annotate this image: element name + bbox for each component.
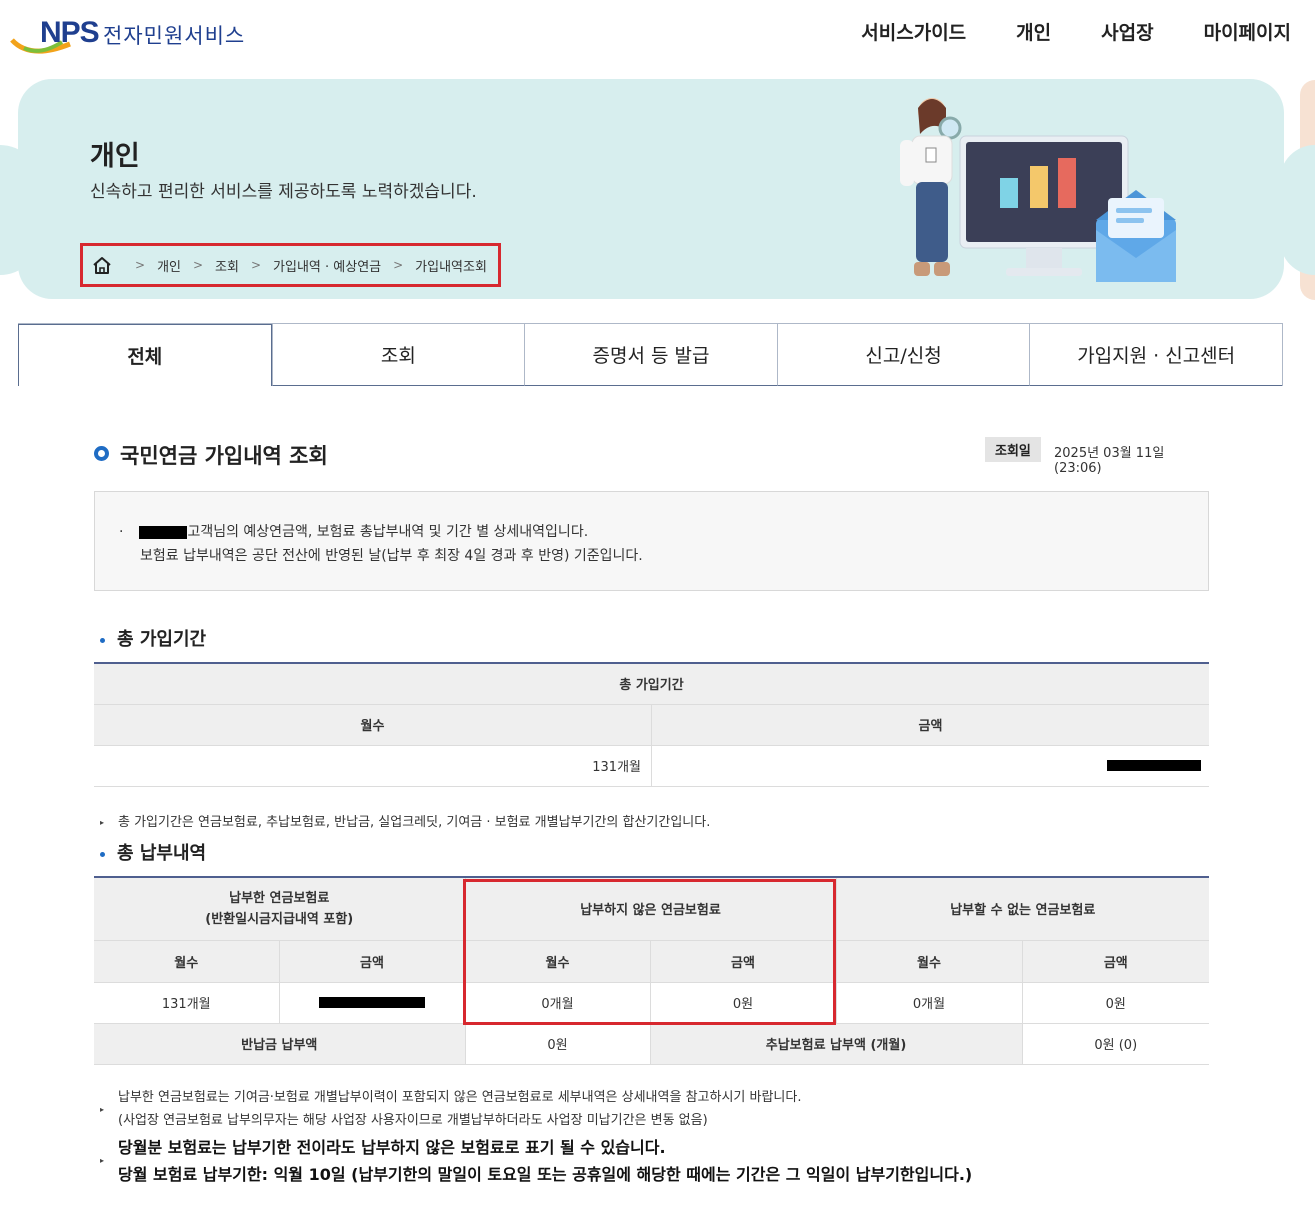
page-title: 국민연금 가입내역 조회 (120, 444, 328, 468)
category-tabs: 전체 조회 증명서 등 발급 신고/신청 가입지원 · 신고센터 (18, 323, 1283, 386)
caret-right-icon: ▸ (100, 818, 105, 827)
column-header-months: 월수 (94, 939, 280, 983)
site-header: NPS 전자민원서비스 서비스가이드 개인 사업장 마이페이지 (0, 0, 1315, 70)
info-line-2: 보험료 납부내역은 공단 전산에 반영된 날(납부 후 최장 4일 경과 후 반… (140, 548, 643, 564)
nav-business[interactable]: 사업장 (1101, 18, 1153, 45)
query-date: 2025년 03월 11일 (23:06) (1054, 446, 1165, 476)
group-header-paid-line2: (반환일시금지급내역 포함) (205, 911, 354, 927)
amount-value-redacted (651, 744, 1209, 787)
deferred-payment-label: 추납보험료 납부액 (개월) (650, 1022, 1023, 1065)
breadcrumb-item-current[interactable]: 가입내역조회 (415, 256, 487, 275)
group-header-paid: 납부한 연금보험료 (반환일시금지급내역 포함) (94, 876, 466, 941)
breadcrumb-item-inquiry[interactable]: 조회 (215, 256, 239, 275)
total-period-note-text: 총 가입기간은 연금보험료, 추납보험료, 반납금, 실업크레딧, 기여금 · … (118, 815, 711, 830)
note-due-date-line1: 당월분 보험료는 납부기한 전이라도 납부하지 않은 보험료로 표기 될 수 있… (118, 1138, 666, 1157)
chevron-right-icon: > (135, 258, 146, 272)
chevron-right-icon: > (393, 258, 404, 272)
breadcrumb-item-personal[interactable]: 개인 (157, 256, 181, 275)
total-period-table: 총 가입기간 월수 금액 131개월 (94, 662, 1209, 787)
breadcrumb: > 개인 > 조회 > 가입내역 · 예상연금 > 가입내역조회 (80, 243, 501, 287)
section-title-total-payment: 총 납부내역 (100, 839, 206, 865)
content-title-row: 국민연금 가입내역 조회 조회일 2025년 03월 11일 (23:06) (94, 437, 1209, 476)
caret-right-icon: ▸ (100, 1156, 105, 1165)
info-line-1: · 고객님의 예상연금액, 보험료 총납부내역 및 기간 별 상세내역입니다. (119, 520, 1208, 544)
table-header: 총 가입기간 (94, 662, 1209, 705)
nav-personal[interactable]: 개인 (1016, 18, 1051, 45)
caret-right-icon: ▸ (100, 1105, 105, 1114)
bottom-notes: ▸ 납부한 연금보험료는 기여금·보험료 개별납부이력이 포함되지 않은 연금보… (100, 1086, 1210, 1188)
logo-service-text: 전자민원서비스 (103, 24, 246, 48)
return-payment-value: 0원 (465, 1022, 651, 1065)
chevron-right-icon: > (192, 258, 204, 272)
paid-amount-redacted (279, 981, 466, 1024)
banner-decoration-right (1280, 145, 1315, 275)
note-paid-premium-line1: 납부한 연금보험료는 기여금·보험료 개별납부이력이 포함되지 않은 연금보험료… (118, 1090, 802, 1105)
tab-certificate[interactable]: 증명서 등 발급 (524, 324, 777, 386)
info-line-1-text: 고객님의 예상연금액, 보험료 총납부내역 및 기간 별 상세내역입니다. (187, 524, 589, 540)
note-due-date-line2: 당월 보험료 납부기한: 익월 10일 (납부기한의 말일이 토요일 또는 공휴… (118, 1165, 973, 1184)
banner-illustration (900, 98, 1176, 282)
logo-nps-text: NPS (40, 16, 100, 49)
note-due-date: ▸ 당월분 보험료는 납부기한 전이라도 납부하지 않은 보험료로 표기 될 수… (100, 1134, 1210, 1188)
cannot-pay-amount: 0원 (1022, 981, 1210, 1024)
column-header-amount: 금액 (1022, 939, 1210, 983)
return-payment-label: 반납금 납부액 (94, 1022, 466, 1065)
tab-report[interactable]: 신고/신청 (776, 324, 1030, 386)
banner-title: 개인 (90, 141, 140, 172)
query-date-label: 조회일 (985, 437, 1041, 462)
column-header-months: 월수 (94, 703, 652, 746)
group-header-cannot-pay: 납부할 수 없는 연금보험료 (836, 876, 1210, 941)
tab-support-center[interactable]: 가입지원 · 신고센터 (1029, 324, 1282, 386)
group-header-paid-line1: 납부한 연금보험료 (229, 890, 330, 906)
column-header-amount: 금액 (279, 939, 466, 983)
deferred-payment-value: 0원 (0) (1022, 1022, 1210, 1065)
section-title-total-period: 총 가입기간 (100, 625, 206, 651)
nps-logo[interactable]: NPS 전자민원서비스 (10, 14, 260, 58)
paid-months: 131개월 (94, 981, 280, 1024)
months-value: 131개월 (94, 744, 652, 787)
unpaid-highlight-box (463, 879, 836, 1025)
tab-inquiry[interactable]: 조회 (271, 324, 525, 386)
total-period-note: ▸ 총 가입기간은 연금보험료, 추납보험료, 반납금, 실업크레딧, 기여금 ·… (100, 811, 710, 830)
main-nav: 서비스가이드 개인 사업장 마이페이지 (861, 18, 1291, 45)
chevron-right-icon: > (250, 258, 262, 272)
cannot-pay-months: 0개월 (836, 981, 1023, 1024)
redacted-name (139, 525, 188, 539)
breadcrumb-item-enrollment[interactable]: 가입내역 · 예상연금 (273, 256, 381, 275)
title-circle-icon (94, 446, 109, 461)
nav-mypage[interactable]: 마이페이지 (1204, 18, 1291, 45)
nav-service-guide[interactable]: 서비스가이드 (861, 18, 966, 45)
column-header-amount: 금액 (651, 703, 1209, 746)
banner-subtitle: 신속하고 편리한 서비스를 제공하도록 노력하겠습니다. (90, 182, 477, 202)
column-header-months: 월수 (836, 939, 1023, 983)
note-paid-premium: ▸ 납부한 연금보험료는 기여금·보험료 개별납부이력이 포함되지 않은 연금보… (100, 1086, 1210, 1132)
info-box: · 고객님의 예상연금액, 보험료 총납부내역 및 기간 별 상세내역입니다. … (94, 491, 1209, 591)
home-icon[interactable] (91, 255, 113, 275)
bullet-icon: · (119, 524, 124, 540)
tab-all[interactable]: 전체 (18, 324, 272, 386)
note-paid-premium-line2: (사업장 연금보험료 납부의무자는 해당 사업장 사용자이므로 개별납부하더라도… (118, 1113, 708, 1128)
